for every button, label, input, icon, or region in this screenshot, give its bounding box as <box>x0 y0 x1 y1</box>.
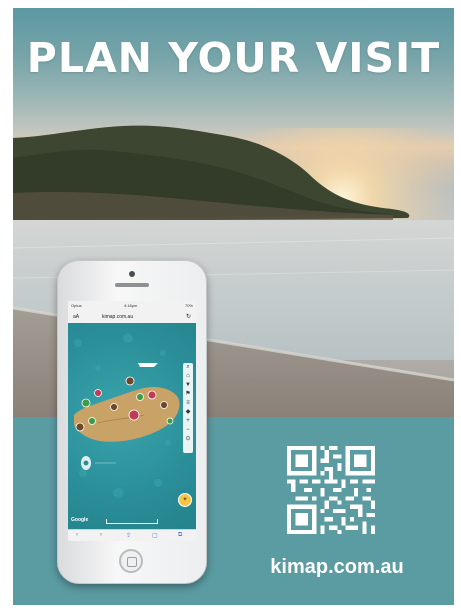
tabs-icon[interactable]: ⧉ <box>178 532 182 539</box>
speaker-grille <box>115 283 149 287</box>
map-view[interactable]: ⌕ ⌂ ▼ ⚑ ≡ ◆ + − ⊙ ✦ Google <box>68 323 196 529</box>
zoom-out-icon[interactable]: − <box>183 426 193 435</box>
phone-screen: Optus 4:18pm 70% aA kimap.com.au ↻ ⌕ ⌂ ▼… <box>68 301 196 541</box>
map-scale-bar <box>106 519 158 524</box>
forward-icon[interactable]: › <box>100 532 102 538</box>
qr-code-icon[interactable] <box>287 446 375 534</box>
headline: PLAN YOUR VISIT <box>26 34 441 82</box>
locate-icon[interactable]: ⊙ <box>183 435 193 444</box>
browser-toolbar: ‹ › ⇪ ▢ ⧉ <box>68 529 196 541</box>
status-carrier: Optus <box>71 303 82 308</box>
bookmarks-icon[interactable]: ▢ <box>152 532 158 539</box>
reload-icon[interactable]: ↻ <box>186 313 191 320</box>
back-icon[interactable]: ‹ <box>76 532 78 538</box>
status-time: 4:18pm <box>124 303 138 308</box>
map-menu-icon[interactable]: ≡ <box>183 399 193 408</box>
compass-icon[interactable]: ✦ <box>178 493 192 507</box>
home-button-icon[interactable] <box>119 549 143 573</box>
map-search-icon[interactable]: ⌕ <box>183 363 193 372</box>
status-bar: Optus 4:18pm 70% <box>68 301 196 311</box>
poster: PLAN YOUR VISIT kimap.com.au Optus 4:18p… <box>13 8 454 605</box>
address-domain[interactable]: kimap.com.au <box>102 314 133 320</box>
island-map[interactable] <box>68 323 196 529</box>
map-flag-icon[interactable]: ⚑ <box>183 390 193 399</box>
map-brand-label: Google <box>71 517 89 523</box>
smartphone: Optus 4:18pm 70% aA kimap.com.au ↻ ⌕ ⌂ ▼… <box>57 260 207 584</box>
map-layers-icon[interactable]: ◆ <box>183 408 193 417</box>
map-sidebar-tools[interactable]: ⌕ ⌂ ▼ ⚑ ≡ ◆ + − ⊙ <box>183 363 193 453</box>
map-filter-icon[interactable]: ▼ <box>183 381 193 390</box>
map-home-icon[interactable]: ⌂ <box>183 372 193 381</box>
zoom-in-icon[interactable]: + <box>183 417 193 426</box>
front-camera-icon <box>129 271 135 277</box>
website-url[interactable]: kimap.com.au <box>249 556 425 579</box>
status-battery: 70% <box>184 303 193 308</box>
share-icon[interactable]: ⇪ <box>126 532 131 539</box>
text-size-button[interactable]: aA <box>73 314 79 320</box>
